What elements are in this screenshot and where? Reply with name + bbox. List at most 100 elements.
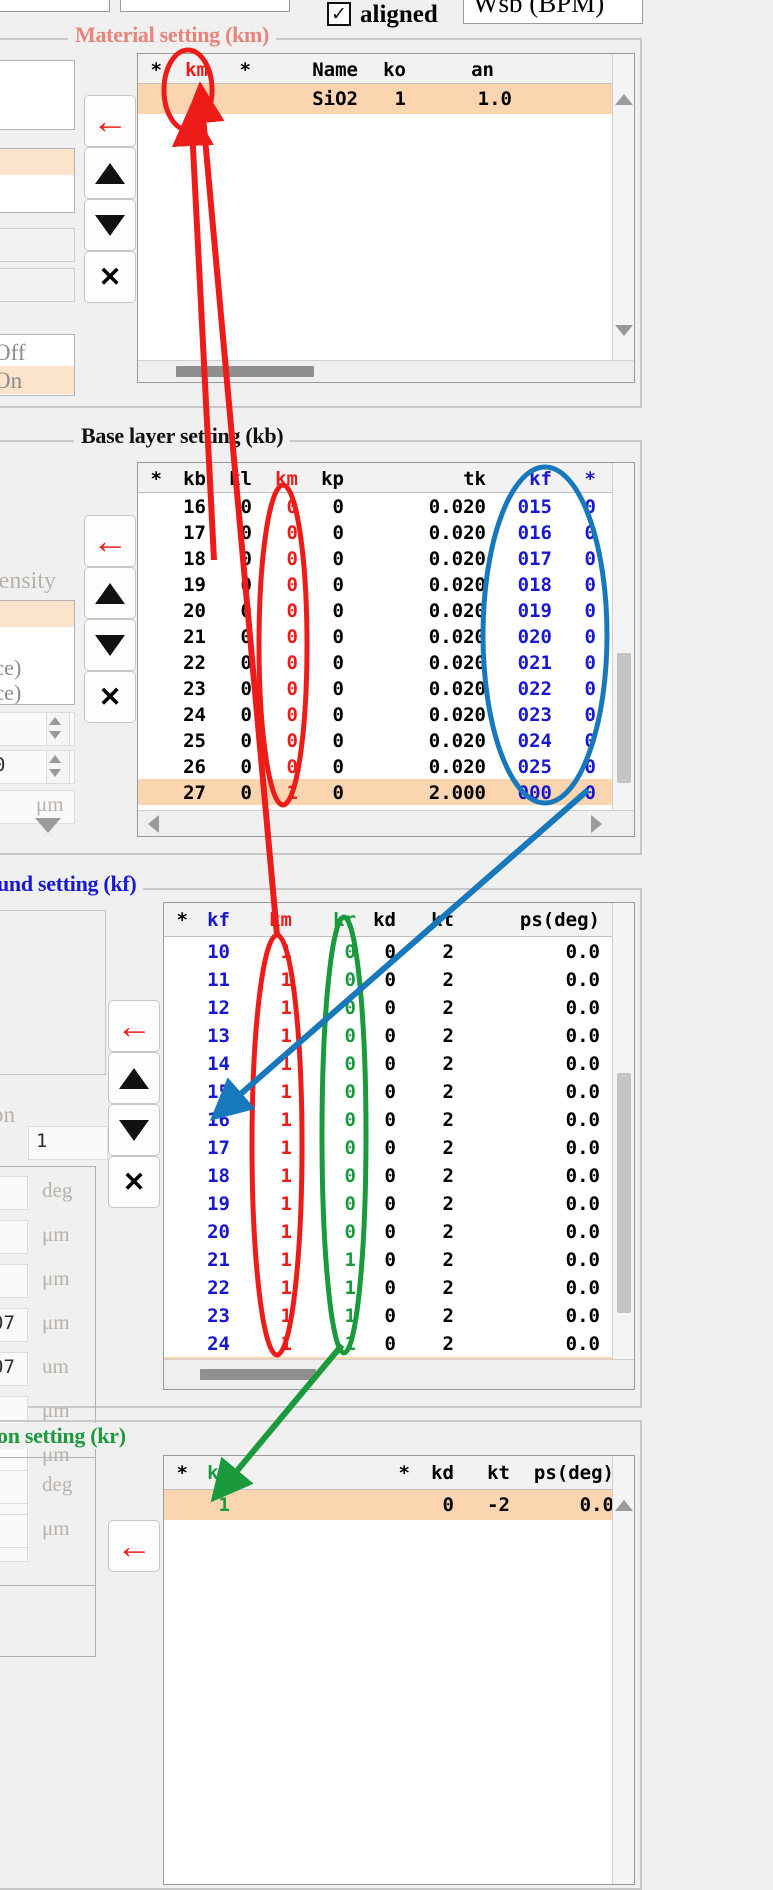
direction-table-body[interactable]: 1 0 -2 0.0 [164, 1490, 634, 1520]
material-col-km[interactable]: km [168, 59, 208, 81]
ground-up-button[interactable] [108, 1052, 160, 1104]
base-col-tk[interactable]: tk [386, 468, 486, 490]
material-hscrollbar[interactable] [138, 360, 634, 382]
direction-col-kr[interactable]: kr [190, 1462, 230, 1484]
hscroll-thumb[interactable] [176, 366, 314, 377]
table-row[interactable]: 16 1 0 0 2 0.0 [164, 1105, 634, 1133]
base-col-kb[interactable]: kb [168, 468, 206, 490]
ground-delete-button[interactable]: ✕ [108, 1156, 160, 1208]
table-row[interactable]: 12 1 0 0 2 0.0 [164, 993, 634, 1021]
table-row[interactable]: 19 0 0 0 0.020 018 0 [138, 571, 634, 597]
table-row[interactable]: 11 1 0 0 2 0.0 [164, 965, 634, 993]
vscroll-thumb[interactable] [617, 1073, 631, 1313]
scroll-down-icon[interactable] [615, 325, 633, 336]
ground-col-kd[interactable]: kd [356, 909, 396, 931]
base-spinner-2[interactable] [46, 750, 70, 784]
table-row[interactable]: 24 0 0 0 0.020 023 0 [138, 701, 634, 727]
material-col-name[interactable]: Name [278, 59, 358, 81]
ground-col-kf[interactable]: kf [190, 909, 230, 931]
ground-table[interactable]: * kf km kr kd kt ps(deg) 10 1 0 0 2 0.0 11 1 0 0 2… [163, 902, 635, 1390]
direction-um-field[interactable] [0, 1514, 28, 1548]
ground-col-kt[interactable]: kt [414, 909, 454, 931]
ground-table-body[interactable]: 10 1 0 0 2 0.0 11 1 0 0 2 0.0 12 1 0 0 2 0.0 13 1 0 0 2 0.0 14 1 0… [164, 937, 634, 1385]
base-col-kf[interactable]: kf [494, 468, 552, 490]
base-col-kp[interactable]: kp [306, 468, 344, 490]
aligned-checkbox[interactable]: ✓ [327, 2, 351, 26]
table-row[interactable]: 1 0 -2 0.0 [164, 1490, 634, 1520]
table-row[interactable]: 13 1 0 0 2 0.0 [164, 1021, 634, 1049]
material-col-ko[interactable]: ko [370, 59, 406, 81]
direction-col-kd[interactable]: kd [414, 1462, 454, 1484]
spin-down-icon[interactable] [49, 769, 61, 777]
base-down-button[interactable] [84, 619, 136, 671]
material-table[interactable]: * km * Name ko an 1 SiO2 1 1.0 [137, 53, 635, 383]
ground-col-kr[interactable]: kr [316, 909, 356, 931]
ground-down-button[interactable] [108, 1104, 160, 1156]
scroll-up-icon[interactable] [615, 1500, 633, 1511]
base-table-body[interactable]: 16 0 0 0 0.020 015 0 17 0 0 0 0.020 016 0 18 0 0 0 0.020 01… [138, 493, 634, 805]
direction-back-button[interactable]: ← [108, 1520, 160, 1572]
top-second-box[interactable] [120, 0, 290, 12]
material-col-an[interactable]: an [458, 59, 494, 81]
ground-vscrollbar[interactable] [612, 903, 634, 1363]
material-delete-button[interactable]: ✕ [84, 251, 136, 303]
table-row[interactable]: 21 0 0 0 0.020 020 0 [138, 623, 634, 649]
direction-col-ps[interactable]: ps(deg) [494, 1462, 614, 1484]
table-row[interactable]: 16 0 0 0 0.020 015 0 [138, 493, 634, 519]
scroll-up-icon[interactable] [615, 94, 633, 105]
base-back-button[interactable]: ← [84, 515, 136, 567]
base-col-km[interactable]: km [260, 468, 298, 490]
direction-table[interactable]: * kr * kd kt ps(deg) 1 0 -2 0.0 [163, 1455, 635, 1885]
table-row[interactable]: 21 1 1 0 2 0.0 [164, 1245, 634, 1273]
material-down-button[interactable] [84, 199, 136, 251]
spin-up-icon[interactable] [49, 717, 61, 725]
ground-col-ps[interactable]: ps(deg) [480, 909, 600, 931]
base-vscrollbar[interactable] [612, 463, 634, 814]
direction-vscrollbar[interactable] [612, 1456, 634, 1884]
scroll-right-icon[interactable] [591, 815, 602, 833]
table-row[interactable]: 15 1 0 0 2 0.0 [164, 1077, 634, 1105]
table-row[interactable]: 19 1 0 0 2 0.0 [164, 1189, 634, 1217]
base-col-kl[interactable]: kl [214, 468, 252, 490]
spin-down-icon[interactable] [49, 731, 61, 739]
material-back-button[interactable]: ← [84, 95, 136, 147]
material-vscrollbar[interactable] [612, 54, 634, 382]
scroll-left-icon[interactable] [148, 815, 159, 833]
table-row[interactable]: 18 1 0 0 2 0.0 [164, 1161, 634, 1189]
base-delete-button[interactable]: ✕ [84, 671, 136, 723]
material-up-button[interactable] [84, 147, 136, 199]
cell-kr: 0 [344, 941, 356, 963]
ground-col-km[interactable]: km [252, 909, 292, 931]
table-row[interactable]: 22 0 0 0 0.020 021 0 [138, 649, 634, 675]
table-row[interactable]: 14 1 0 0 2 0.0 [164, 1049, 634, 1077]
base-spinner-1[interactable] [46, 712, 70, 746]
spin-up-icon[interactable] [49, 755, 61, 763]
table-row[interactable]: 20 1 0 0 2 0.0 [164, 1217, 634, 1245]
base-left-scroll-down[interactable] [22, 800, 74, 850]
table-row[interactable]: 20 0 0 0 0.020 019 0 [138, 597, 634, 623]
table-row[interactable]: 24 1 1 0 2 0.0 [164, 1329, 634, 1357]
base-up-button[interactable] [84, 567, 136, 619]
table-row[interactable]: 17 1 0 0 2 0.0 [164, 1133, 634, 1161]
cell-ps: 0.0 [565, 969, 600, 991]
vscroll-thumb[interactable] [617, 653, 631, 783]
base-table[interactable]: * kb kl km kp tk kf * 16 0 0 0 0.020 015 0 17 0 0… [137, 462, 635, 837]
top-left-box[interactable] [0, 0, 110, 12]
triangle-down-icon[interactable] [35, 817, 61, 833]
ground-back-button[interactable]: ← [108, 1000, 160, 1052]
table-row[interactable]: 23 0 0 0 0.020 022 0 [138, 675, 634, 701]
table-row[interactable]: 18 0 0 0 0.020 017 0 [138, 545, 634, 571]
table-row[interactable]: 27 0 1 0 2.000 000 0 [138, 779, 634, 805]
table-row[interactable]: 10 1 0 0 2 0.0 [164, 937, 634, 965]
table-row[interactable]: 25 0 0 0 0.020 024 0 [138, 727, 634, 753]
table-row[interactable]: 22 1 1 0 2 0.0 [164, 1273, 634, 1301]
table-row[interactable]: 26 0 0 0 0.020 025 0 [138, 753, 634, 779]
base-hscrollbar[interactable] [138, 810, 634, 836]
cell-star: 0 [584, 626, 596, 648]
direction-deg-field[interactable] [0, 1470, 28, 1504]
table-row[interactable]: 23 1 1 0 2 0.0 [164, 1301, 634, 1329]
table-row[interactable]: 1 SiO2 1 1.0 [138, 84, 634, 114]
ground-hscrollbar[interactable] [164, 1359, 634, 1389]
hscroll-thumb[interactable] [200, 1369, 316, 1380]
table-row[interactable]: 17 0 0 0 0.020 016 0 [138, 519, 634, 545]
